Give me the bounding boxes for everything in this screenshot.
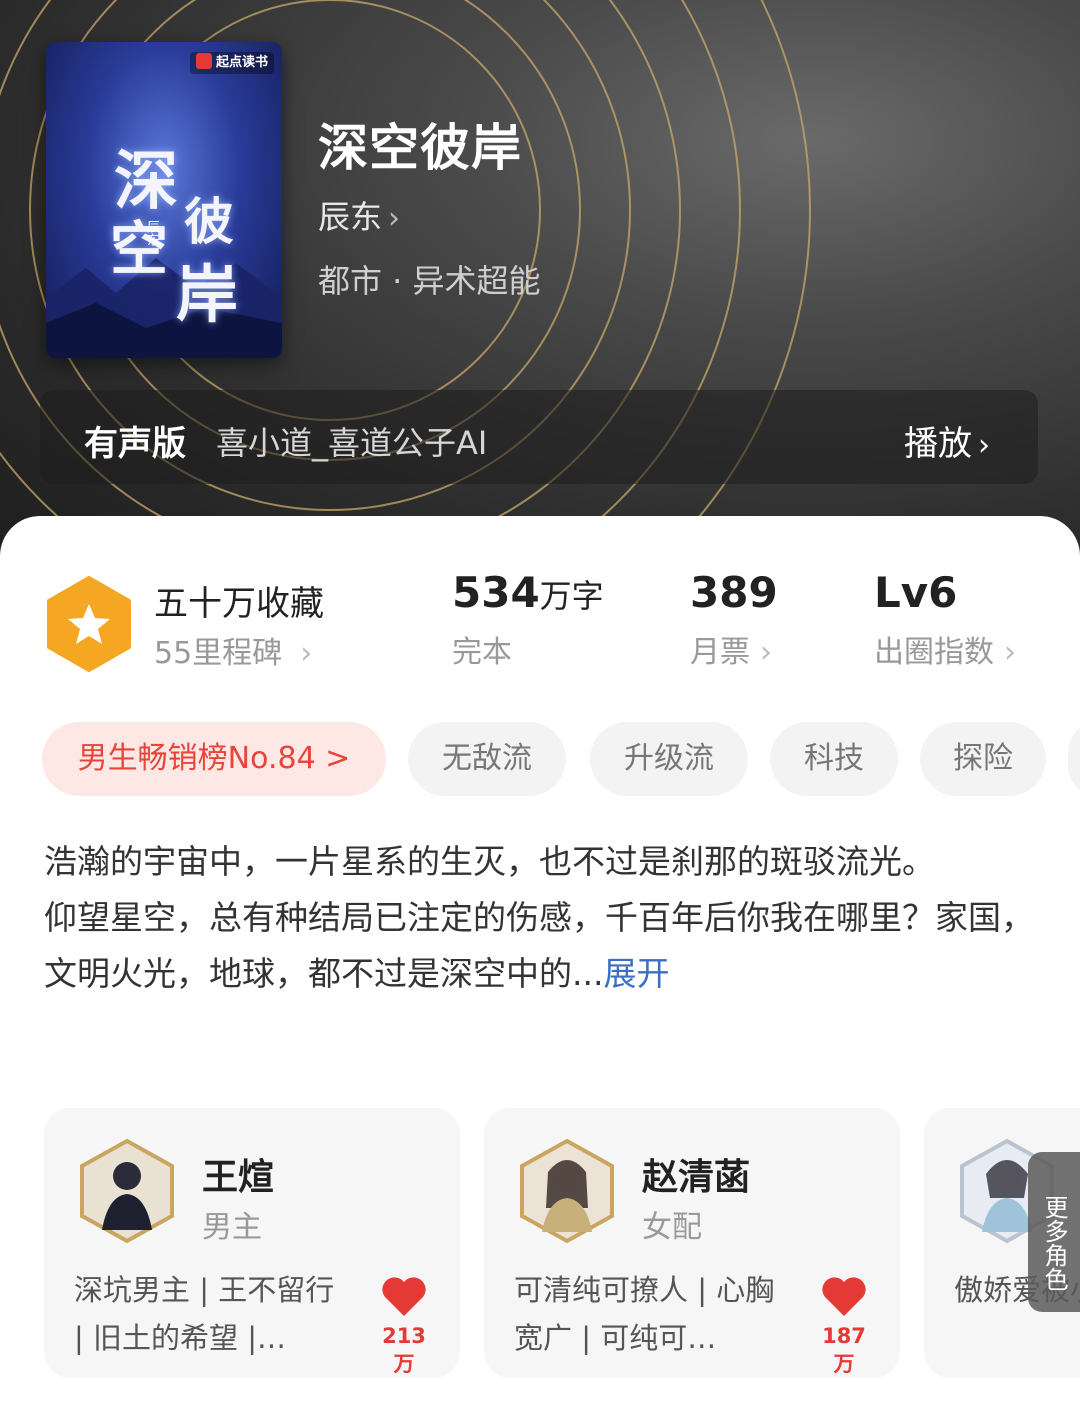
like-count: 187万 bbox=[822, 1324, 866, 1376]
chevron-right-icon: › bbox=[978, 428, 990, 463]
audio-version-bar[interactable]: 有声版 喜小道_喜道公子AI 播放 › bbox=[40, 390, 1038, 484]
book-detail-card: 五十万收藏 55里程碑 › 534万字 完本 389 月票 › Lv6 出圈指数 › … bbox=[0, 516, 1080, 1419]
popularity-index-stat[interactable]: Lv6 出圈指数 › bbox=[874, 568, 1016, 671]
chevron-right-icon: › bbox=[388, 201, 401, 236]
heart-icon bbox=[822, 1277, 866, 1316]
book-header: 起点读书 深 空 彼 岸 辰东 深空彼岸 辰东 › 都市 · 异术超能 有声版 喜… bbox=[0, 0, 1080, 560]
character-avatar bbox=[520, 1138, 614, 1244]
cover-author-mark: 辰东 bbox=[144, 220, 159, 246]
more-characters-button[interactable]: 更多角色 bbox=[1028, 1152, 1080, 1312]
like-button[interactable]: 187万 bbox=[814, 1274, 874, 1378]
book-description[interactable]: 浩瀚的宇宙中，一片星系的生灭，也不过是刹那的斑驳流光。 仰望星空，总有种结局已注… bbox=[44, 834, 1034, 1002]
character-list: 王煊 男主 深坑男主 | 王不留行 | 旧土的希望 |… 213万 赵清菡 女配… bbox=[44, 1108, 1080, 1378]
character-role: 女配 bbox=[642, 1210, 702, 1245]
popularity-level-value: Lv6 bbox=[874, 568, 958, 617]
character-avatar bbox=[80, 1138, 174, 1244]
author-name: 辰东 bbox=[318, 198, 383, 236]
author-link[interactable]: 辰东 › bbox=[318, 192, 400, 238]
favorites-star-icon bbox=[47, 576, 131, 672]
heart-icon bbox=[382, 1277, 426, 1316]
tag-chip[interactable]: 无敌流 bbox=[408, 722, 566, 796]
completion-status: 完本 bbox=[452, 635, 512, 670]
chevron-right-icon: › bbox=[760, 635, 772, 670]
play-button[interactable]: 播放 › bbox=[904, 416, 990, 465]
cover-title-char: 岸 bbox=[176, 258, 239, 331]
audio-label: 有声版 bbox=[84, 424, 186, 464]
like-button[interactable]: 213万 bbox=[374, 1274, 434, 1378]
book-genre: 都市 · 异术超能 bbox=[318, 262, 541, 300]
milestone-label: 55里程碑 bbox=[154, 636, 283, 671]
monthly-votes-label: 月票 bbox=[690, 635, 750, 670]
book-cover[interactable]: 起点读书 深 空 彼 岸 辰东 bbox=[46, 42, 282, 358]
expand-link[interactable]: 展开 bbox=[603, 954, 669, 993]
character-tagline: 可清纯可撩人 | 心胸宽广 | 可纯可… bbox=[514, 1273, 775, 1355]
play-label: 播放 bbox=[904, 424, 972, 464]
character-tagline: 深坑男主 | 王不留行 | 旧土的希望 |… bbox=[74, 1273, 335, 1355]
monthly-votes-value: 389 bbox=[690, 568, 778, 617]
publisher-badge: 起点读书 bbox=[189, 52, 274, 74]
like-count: 213万 bbox=[382, 1324, 426, 1376]
audio-narrator: 喜小道_喜道公子AI bbox=[216, 424, 488, 462]
word-count-value: 534 bbox=[452, 568, 540, 617]
character-card[interactable]: 王煊 男主 深坑男主 | 王不留行 | 旧土的希望 |… 213万 bbox=[44, 1108, 460, 1378]
tag-chip[interactable]: 升级流 bbox=[590, 722, 748, 796]
chevron-right-icon: › bbox=[300, 636, 313, 671]
character-role: 男主 bbox=[202, 1210, 262, 1245]
word-count-stat: 534万字 完本 bbox=[452, 568, 604, 671]
tag-chip-overflow[interactable] bbox=[1068, 722, 1080, 796]
publisher-badge-label: 起点读书 bbox=[215, 55, 268, 70]
tag-row: 男生畅销榜No.84 > 无敌流 升级流 科技 探险 bbox=[42, 722, 1080, 798]
publisher-logo-icon bbox=[195, 53, 212, 69]
character-card[interactable]: 赵清菡 女配 可清纯可撩人 | 心胸宽广 | 可纯可… 187万 bbox=[484, 1108, 900, 1378]
monthly-votes-stat[interactable]: 389 月票 › bbox=[690, 568, 778, 671]
word-count-unit: 万字 bbox=[539, 577, 604, 615]
character-name: 赵清菡 bbox=[642, 1157, 751, 1198]
tag-chip[interactable]: 探险 bbox=[920, 722, 1046, 796]
milestone-link[interactable]: 55里程碑 › bbox=[154, 628, 312, 672]
tag-chip[interactable]: 科技 bbox=[770, 722, 898, 796]
favorites-title: 五十万收藏 bbox=[154, 584, 324, 624]
character-name: 王煊 bbox=[202, 1157, 275, 1198]
chevron-right-icon: › bbox=[1004, 635, 1016, 670]
description-text: 浩瀚的宇宙中，一片星系的生灭，也不过是刹那的斑驳流光。 仰望星空，总有种结局已注… bbox=[44, 842, 1034, 993]
popularity-index-label: 出圈指数 bbox=[874, 635, 994, 670]
book-title: 深空彼岸 bbox=[318, 118, 522, 177]
rank-tag[interactable]: 男生畅销榜No.84 > bbox=[42, 722, 386, 796]
